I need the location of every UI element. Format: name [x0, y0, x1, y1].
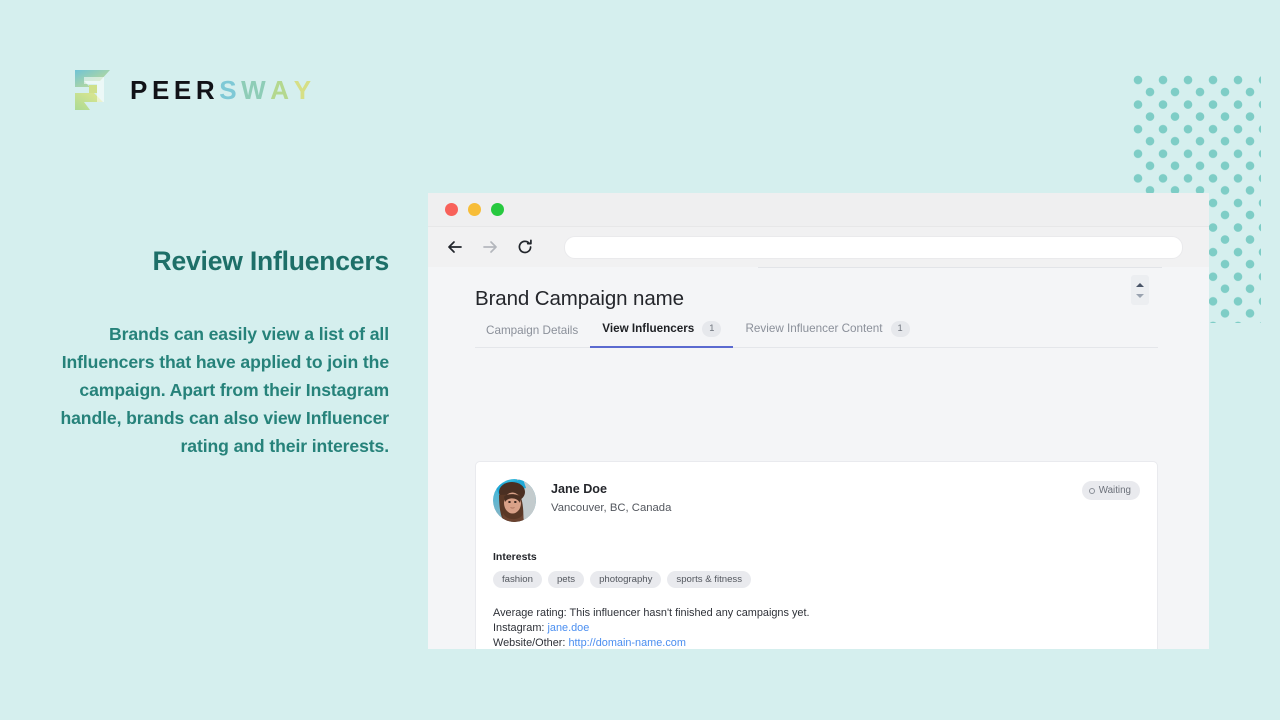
browser-toolbar: [428, 226, 1209, 267]
reload-icon[interactable]: [514, 236, 536, 258]
influencer-name: Jane Doe: [551, 482, 607, 496]
minimize-window-button[interactable]: [468, 203, 481, 216]
tab-bar: Campaign Details View Influencers 1 Revi…: [475, 321, 1158, 348]
website-label: Website/Other:: [493, 636, 566, 649]
browser-titlebar: [428, 193, 1209, 226]
status-circle-icon: [1088, 487, 1095, 494]
caret-up-icon[interactable]: [1136, 282, 1144, 287]
url-input[interactable]: [564, 235, 1183, 259]
website-link[interactable]: http://domain-name.com: [568, 637, 685, 649]
browser-window: Brand Campaign name Campaign Details Vie…: [428, 193, 1209, 649]
wordmark-peer: PEER: [130, 75, 220, 105]
influencer-identity: Jane Doe Vancouver, BC, Canada: [551, 479, 671, 514]
page-title: Brand Campaign name: [475, 287, 684, 310]
interests-heading: Interests: [493, 551, 537, 563]
caret-down-icon[interactable]: [1136, 293, 1144, 298]
arrow-left-icon[interactable]: [444, 236, 466, 258]
close-window-button[interactable]: [445, 203, 458, 216]
tab-badge: 1: [890, 321, 910, 337]
wordmark-letter-w: W: [241, 75, 271, 105]
influencer-card-header: Jane Doe Vancouver, BC, Canada Waiting: [493, 479, 1140, 522]
influencer-details: Average rating: This influencer hasn't f…: [493, 606, 1140, 649]
influencer-location: Vancouver, BC, Canada: [551, 501, 672, 514]
instagram-label: Instagram:: [493, 621, 545, 634]
marketing-subcopy: Brands can easily view a list of all Inf…: [60, 324, 389, 456]
instagram-link[interactable]: jane.doe: [547, 622, 589, 634]
tab-campaign-details[interactable]: Campaign Details: [475, 324, 590, 347]
tab-review-influencer-content[interactable]: Review Influencer Content 1: [733, 321, 921, 347]
maximize-window-button[interactable]: [491, 203, 504, 216]
average-rating-value: This influencer hasn't finished any camp…: [569, 607, 810, 619]
interest-tag[interactable]: sports & fitness: [667, 571, 752, 588]
wordmark-letter-a: A: [270, 75, 294, 105]
status-label: Waiting: [1098, 485, 1131, 496]
tab-view-influencers[interactable]: View Influencers 1: [590, 321, 734, 348]
marketing-headline: Review Influencers: [152, 246, 390, 276]
average-rating-row: Average rating: This influencer hasn't f…: [493, 606, 1140, 621]
interest-tag-list: fashion pets photography sports & fitnes…: [493, 571, 1140, 588]
peersway-wordmark: PEER S W A Y: [130, 77, 316, 103]
instagram-row: Instagram: jane.doe: [493, 621, 1140, 636]
tab-label: Review Influencer Content: [745, 322, 883, 336]
influencer-card: Jane Doe Vancouver, BC, Canada Waiting I…: [475, 461, 1158, 649]
peersway-logo-mark: [70, 66, 116, 114]
website-row: Website/Other: http://domain-name.com: [493, 636, 1140, 649]
scroll-stepper[interactable]: [1131, 275, 1149, 305]
tab-label: Campaign Details: [486, 323, 579, 337]
avatar: [493, 479, 536, 522]
interest-tag[interactable]: pets: [547, 571, 585, 588]
interest-tag[interactable]: fashion: [493, 571, 542, 588]
peersway-logo: PEER S W A Y: [70, 66, 316, 114]
status-badge: Waiting: [1081, 481, 1140, 500]
arrow-right-icon[interactable]: [479, 236, 501, 258]
app-page: Brand Campaign name Campaign Details Vie…: [428, 267, 1209, 649]
wordmark-letter-s: S: [219, 75, 242, 105]
tab-label: View Influencers: [602, 322, 695, 336]
tab-badge: 1: [702, 321, 722, 337]
average-rating-label: Average rating:: [493, 607, 567, 619]
wordmark-letter-y: Y: [293, 75, 316, 105]
header-divider: [758, 267, 1162, 268]
interest-tag[interactable]: photography: [590, 571, 662, 588]
